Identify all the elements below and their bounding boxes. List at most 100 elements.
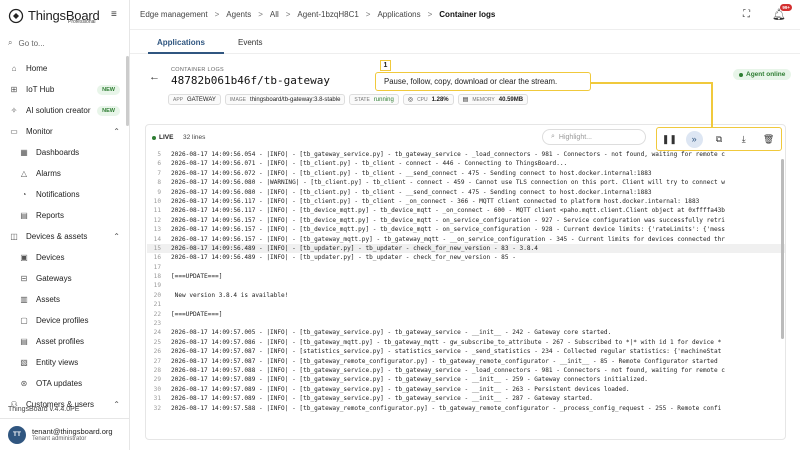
clear-button[interactable]: 🗑︎ [760,131,777,148]
log-text: 2026-08-17 14:09:57.588 - |INFO| - [tb_g… [171,404,722,412]
cpu-icon: ◎ [407,97,414,103]
breadcrumb-item[interactable]: All [270,10,279,19]
sidebar-item-dashboards[interactable]: ▦ Dashboards [0,142,130,163]
highlight-input[interactable]: ⌕ Highlight... [542,129,646,145]
device-profile-icon: ▢ [20,316,28,325]
chevron-up-icon: ⌃ [113,232,120,241]
line-number: 9 [157,188,161,196]
line-number: 16 [153,254,161,262]
chevron-up-icon: ⌃ [113,400,120,409]
pause-icon: ❚❚ [661,133,677,144]
sidebar-item-label: Monitor [26,127,53,136]
sidebar-item-alarms[interactable]: △ Alarms [0,163,130,184]
live-indicator: LIVE [152,134,173,141]
version-label: ThingsBoard v.4.4.0PE [8,406,80,413]
log-output[interactable]: 5 2026-08-17 14:09:56.054 - |INFO| - [tb_… [147,150,785,440]
breadcrumb-item[interactable]: Agents [226,10,251,19]
log-text: [===UPDATE===] [171,273,223,281]
goto-label: Go to... [18,38,45,48]
line-number: 10 [153,197,161,205]
log-text: 2026-08-17 14:09:56.054 - |INFO| - [tb_g… [171,151,725,158]
line-count: 32 lines [183,134,206,141]
monitor-icon: ▭ [10,127,18,136]
dashboard-icon: ▦ [20,148,28,157]
sidebar-item-entity-views[interactable]: ▧ Entity views [0,352,130,373]
devices-icon: ◫ [10,232,18,241]
line-number: 29 [153,376,161,384]
log-line: 30 2026-08-17 14:09:57.089 - |INFO| - [tb… [147,385,785,394]
log-text: 2026-08-17 14:09:56.071 - |INFO| - [tb_c… [171,160,568,168]
sidebar-item-iot-hub[interactable]: ⊞ IoT Hub NEW [0,79,130,100]
sidebar-item-device-profiles[interactable]: ▢ Device profiles [0,310,130,331]
breadcrumb-item[interactable]: Applications [377,10,420,19]
follow-button[interactable]: » [685,130,703,148]
notification-icon: ◔ [21,190,27,199]
asset-profile-icon: ▤ [20,337,28,346]
breadcrumb-item[interactable]: Edge management [140,10,208,19]
collapse-menu-icon[interactable]: ≡ [111,9,117,20]
container-meta: APP GATEWAY IMAGE thingsboard/tb-gateway:3… [168,94,529,105]
thingsboard-logo-icon [8,8,24,24]
log-line: 8 2026-08-17 14:09:56.080 - |WARNING| - [… [147,178,785,187]
sidebar-item-label: Devices [36,253,65,262]
line-number: 17 [153,263,161,271]
line-number: 32 [153,404,161,412]
notifications-bell[interactable]: 🔔︎ 99+ [772,4,792,21]
log-line: 23 [147,319,785,328]
sidebar-item-ota-updates[interactable]: ⊛ OTA updates [0,373,130,394]
sidebar-item-monitor[interactable]: ▭ Monitor ⌃ [0,121,130,142]
sidebar-item-devices[interactable]: ▣ Devices [0,247,130,268]
breadcrumb-separator-icon: > [214,10,220,19]
sidebar-item-assets[interactable]: ▥ Assets [0,289,130,310]
download-button[interactable]: ⤓ [735,131,752,148]
sidebar-item-label: IoT Hub [26,85,55,94]
device-icon: ▣ [20,253,28,262]
breadcrumb: Edge management > Agents > All > Agent-1bzqH8C… [140,10,495,19]
pause-button[interactable]: ❚❚ [661,131,678,148]
line-number: 31 [153,395,161,403]
sidebar-item-devices-assets[interactable]: ◫ Devices & assets ⌃ [0,226,130,247]
log-line: 18 [===UPDATE===] [147,272,785,281]
sidebar-item-reports[interactable]: ▤ Reports [0,205,130,226]
user-profile[interactable]: TT tenant@thingsboard.org Tenant adminis… [0,418,130,450]
tab-applications[interactable]: Applications [157,38,205,47]
breadcrumb-item: Container logs [439,10,496,19]
log-text: 2026-08-17 14:09:57.087 - |INFO| - [tb_g… [171,357,718,365]
sidebar-item-home[interactable]: ⌂ Home [0,58,130,79]
log-line: 17 [147,263,785,272]
log-line: 19 [147,281,785,290]
page-title: 48782b061b46f/tb-gateway [171,74,330,87]
search-icon: ⌕ [551,133,555,140]
log-line: 24 2026-08-17 14:09:57.005 - |INFO| - [tb… [147,328,785,337]
line-number: 20 [153,291,161,299]
sidebar-item-gateways[interactable]: ⊟ Gateways [0,268,130,289]
log-text: 2026-08-17 14:09:57.089 - |INFO| - [tb_g… [171,385,630,393]
log-line: 31 2026-08-17 14:09:57.089 - |INFO| - [tb… [147,394,785,403]
sidebar-item-asset-profiles[interactable]: ▤ Asset profiles [0,331,130,352]
sidebar-item-label: Assets [36,295,61,304]
follow-icon: » [691,134,697,144]
breadcrumb-item[interactable]: Agent-1bzqH8C1 [297,10,358,19]
log-line: 16 2026-08-17 14:09:56.489 - |INFO| - [tb… [147,253,785,262]
fullscreen-icon[interactable]: ⛶ [743,9,750,20]
copy-button[interactable]: ⧉ [710,131,727,148]
log-line: 7 2026-08-17 14:09:56.072 - |INFO| - [tb_… [147,169,785,178]
alarm-icon: △ [20,169,28,178]
log-text: 2026-08-17 14:09:56.080 - |WARNING| - [t… [171,179,725,187]
user-email: tenant@thingsboard.org [32,427,113,436]
sidebar-item-ai-solution-creator[interactable]: ✧ AI solution creator NEW [0,100,130,121]
search-icon: ⌕ [8,38,13,47]
sidebar-item-notifications[interactable]: ◔ Notifications [0,184,130,205]
user-role: Tenant administrator [32,436,87,442]
hub-icon: ⊞ [10,85,18,94]
report-icon: ▤ [20,211,28,220]
back-arrow-icon[interactable]: ← [149,71,160,83]
line-number: 28 [153,366,161,374]
breadcrumb-separator-icon: > [285,10,291,19]
goto-search[interactable]: ⌕ Go to... [8,38,45,48]
log-scrollbar[interactable] [781,159,784,339]
log-line: 27 2026-08-17 14:09:57.087 - |INFO| - [tb… [147,357,785,366]
sidebar-scrollbar[interactable] [126,56,129,126]
line-number: 15 [153,244,161,252]
tab-events[interactable]: Events [238,38,262,47]
